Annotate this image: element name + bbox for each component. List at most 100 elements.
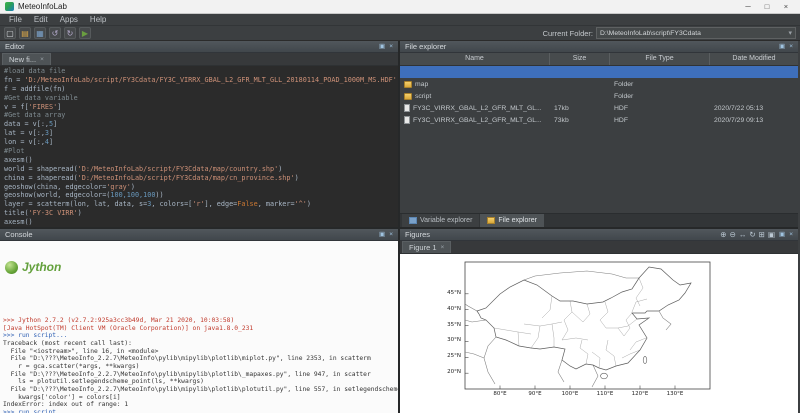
current-folder-combobox[interactable]: D:\MeteoInfoLab\script\FY3Cdata ▾ bbox=[596, 27, 796, 39]
chevron-down-icon[interactable]: ▾ bbox=[788, 29, 792, 37]
axes-box bbox=[465, 262, 710, 389]
open-file-icon[interactable]: ▤ bbox=[19, 27, 31, 39]
code-line: f = addfile(fn) bbox=[4, 85, 398, 94]
map-plot bbox=[400, 254, 798, 413]
menu-item[interactable]: Edit bbox=[28, 15, 54, 24]
file-type-icon bbox=[404, 93, 412, 100]
console-line: [Java HotSpot(TM) Client VM (Oracle Corp… bbox=[3, 325, 398, 333]
save-figure-icon[interactable]: ▣ bbox=[768, 230, 775, 240]
tab-file-explorer[interactable]: File explorer bbox=[480, 214, 544, 227]
zoom-out-icon[interactable]: ⊖ bbox=[730, 230, 736, 240]
grid-icon[interactable]: ⊞ bbox=[759, 230, 765, 240]
panel-title: File explorer bbox=[405, 42, 446, 51]
close-icon[interactable]: × bbox=[40, 56, 44, 63]
maximize-button[interactable]: □ bbox=[758, 1, 776, 13]
code-line: #Get data array bbox=[4, 111, 398, 120]
jython-wordmark: Jython bbox=[22, 264, 61, 272]
file-explorer-panel: File explorer ▣ × NameSizeFile TypeDate … bbox=[400, 41, 798, 229]
file-size: 17kb bbox=[550, 105, 610, 112]
pan-icon[interactable]: ↔ bbox=[739, 230, 747, 240]
x-tick-label: 110°E bbox=[588, 391, 622, 397]
jython-snake-icon bbox=[5, 261, 18, 274]
code-line: geoshow(china, edgecolor='gray') bbox=[4, 183, 398, 192]
column-header[interactable]: Name bbox=[400, 53, 550, 65]
column-header[interactable]: Size bbox=[550, 53, 610, 65]
tab-label: File explorer bbox=[498, 217, 537, 224]
file-name: FY3C_VIRRX_GBAL_L2_GFR_MLT_GL... bbox=[413, 117, 542, 124]
panel-float-icon[interactable]: ▣ bbox=[779, 42, 785, 52]
x-tick-label: 80°E bbox=[483, 391, 517, 397]
main-toolbar: ▢▤▦↺↻▶ Current Folder: D:\MeteoInfoLab\s… bbox=[0, 26, 800, 41]
code-line: lon = v[:,4] bbox=[4, 138, 398, 147]
close-button[interactable]: × bbox=[777, 1, 795, 13]
file-type: HDF bbox=[610, 105, 710, 112]
zoom-in-icon[interactable]: ⊕ bbox=[720, 230, 726, 240]
file-type-icon bbox=[404, 116, 410, 124]
menu-item[interactable]: Help bbox=[84, 15, 112, 24]
console-line: File "D:\???\MeteoInfo_2.2.7\MeteoInfo\p… bbox=[3, 386, 398, 394]
app-logo-icon bbox=[5, 2, 14, 11]
code-line: fn = 'D:/MeteoInfoLab/script/FY3Cdata/FY… bbox=[4, 76, 398, 85]
editor-panel-header: Editor ▣ × bbox=[0, 41, 398, 53]
menu-item[interactable]: File bbox=[3, 15, 28, 24]
file-row[interactable] bbox=[400, 66, 798, 78]
figures-header: Figures ⊕⊖↔↻⊞▣ ▣ × bbox=[400, 229, 798, 241]
file-row[interactable]: FY3C_VIRRX_GBAL_L2_GFR_MLT_GL... 73kb HD… bbox=[400, 114, 798, 126]
redo-icon[interactable]: ↻ bbox=[64, 27, 76, 39]
panel-float-icon[interactable]: ▣ bbox=[379, 230, 385, 240]
undo-icon[interactable]: ↺ bbox=[49, 27, 61, 39]
tab-variable-explorer[interactable]: Variable explorer bbox=[402, 214, 479, 227]
y-tick-label: 30°N bbox=[428, 337, 461, 343]
code-line: #Get data variable bbox=[4, 94, 398, 103]
console-line: File "D:\???\MeteoInfo_2.2.7\MeteoInfo\p… bbox=[3, 355, 398, 363]
menu-item[interactable]: Apps bbox=[54, 15, 84, 24]
file-type-icon bbox=[404, 81, 412, 88]
console-line: File "<iostream>", line 16, in <module> bbox=[3, 348, 398, 356]
console-line: kwargs['color'] = colors[i] bbox=[3, 394, 398, 402]
panel-close-icon[interactable]: × bbox=[389, 230, 393, 240]
column-header[interactable]: File Type bbox=[610, 53, 710, 65]
figure-canvas[interactable]: 80°E90°E100°E110°E120°E130°E 45°N40°N35°… bbox=[400, 254, 798, 413]
tab-figure-1[interactable]: Figure 1 × bbox=[402, 241, 451, 253]
tab-label: Variable explorer bbox=[420, 217, 472, 224]
panel-close-icon[interactable]: × bbox=[789, 42, 793, 52]
new-file-icon[interactable]: ▢ bbox=[4, 27, 16, 39]
code-line: axesm() bbox=[4, 156, 398, 165]
panel-close-icon[interactable]: × bbox=[389, 42, 393, 52]
code-line: title('FY-3C VIRR') bbox=[4, 209, 398, 218]
file-row[interactable]: script Folder bbox=[400, 90, 798, 102]
menu-bar: FileEditAppsHelp bbox=[0, 14, 800, 26]
save-icon[interactable]: ▦ bbox=[34, 27, 46, 39]
x-tick-label: 90°E bbox=[518, 391, 552, 397]
minimize-button[interactable]: ─ bbox=[739, 1, 757, 13]
run-script-icon[interactable]: ▶ bbox=[79, 27, 91, 39]
console-line: File "D:\???\MeteoInfo_2.2.7\MeteoInfo\p… bbox=[3, 371, 398, 379]
console-panel: Console ▣ × Jython >>> Jython 2.7.2 (v2.… bbox=[0, 229, 398, 413]
column-header[interactable]: Date Modified bbox=[710, 53, 798, 65]
y-tick-label: 40°N bbox=[428, 306, 461, 312]
code-lines[interactable]: #load data filefn = 'D:/MeteoInfoLab/scr… bbox=[0, 66, 398, 227]
panel-close-icon[interactable]: × bbox=[789, 230, 793, 240]
figure-toolbar: ⊕ ⊖↔↻ ⊞▣ bbox=[720, 230, 775, 240]
main-area: Editor ▣ × New fi... × #load data filefn… bbox=[0, 41, 800, 413]
file-name: script bbox=[415, 93, 431, 100]
panel-title: Editor bbox=[5, 42, 25, 51]
file-type-icon bbox=[404, 104, 410, 112]
file-row[interactable]: FY3C_VIRRX_GBAL_L2_GFR_MLT_GL... 17kb HD… bbox=[400, 102, 798, 114]
file-size: 73kb bbox=[550, 117, 610, 124]
panel-float-icon[interactable]: ▣ bbox=[379, 42, 385, 52]
panel-float-icon[interactable]: ▣ bbox=[779, 230, 785, 240]
editor-tab-row: New fi... × bbox=[0, 53, 398, 66]
file-row[interactable]: map Folder bbox=[400, 78, 798, 90]
y-tick-label: 20°N bbox=[428, 369, 461, 375]
tab-icon bbox=[409, 217, 417, 224]
close-icon[interactable]: × bbox=[441, 244, 445, 251]
console-body[interactable]: Jython >>> Jython 2.7.2 (v2.7.2:925a3cc3… bbox=[0, 241, 398, 413]
file-name: FY3C_VIRRX_GBAL_L2_GFR_MLT_GL... bbox=[413, 105, 542, 112]
file-date: 2020/7/22 05:13 bbox=[710, 105, 798, 112]
tab-new-file[interactable]: New fi... × bbox=[2, 53, 51, 65]
code-line: lat = v[:,3] bbox=[4, 129, 398, 138]
y-tick-label: 35°N bbox=[428, 322, 461, 328]
rotate-icon[interactable]: ↻ bbox=[749, 230, 755, 240]
code-line: axesm() bbox=[4, 218, 398, 227]
